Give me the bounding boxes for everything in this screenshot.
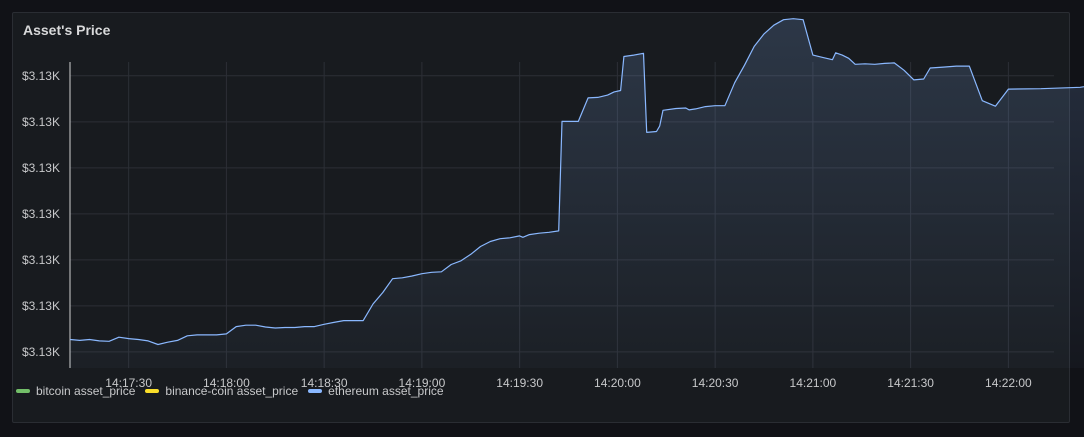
x-tick-label: 14:20:00: [594, 376, 641, 390]
legend-swatch: [308, 389, 323, 393]
x-tick-label: 14:20:30: [692, 376, 739, 390]
y-tick-label: $3.13K: [22, 253, 60, 267]
legend-swatch: [16, 389, 30, 393]
x-tick-label: 14:21:30: [887, 376, 934, 390]
y-tick-label: $3.13K: [22, 207, 60, 221]
y-tick-label: $3.13K: [22, 161, 60, 175]
y-tick-label: $3.13K: [22, 345, 60, 359]
x-tick-label: 14:19:30: [496, 376, 543, 390]
legend-item[interactable]: bitcoin asset_price: [16, 384, 135, 398]
y-tick-label: $3.13K: [22, 115, 60, 129]
legend-item[interactable]: ethereum asset_price: [308, 384, 444, 398]
legend-label: ethereum asset_price: [328, 384, 444, 398]
legend-swatch: [145, 389, 160, 393]
ethereum-area-fill: [70, 18, 1084, 368]
y-tick-label: $3.13K: [22, 299, 60, 313]
x-tick-label: 14:22:00: [985, 376, 1032, 390]
legend-item[interactable]: binance-coin asset_price: [145, 384, 298, 398]
legend-label: binance-coin asset_price: [165, 384, 299, 398]
y-tick-label: $3.13K: [22, 69, 60, 83]
x-tick-label: 14:21:00: [790, 376, 837, 390]
legend: bitcoin asset_price binance-coin asset_pr…: [16, 384, 444, 398]
legend-label: bitcoin asset_price: [36, 384, 136, 398]
price-chart: $3.13K $3.13K $3.13K $3.13K $3.13K $3.13K $3.1…: [22, 18, 1084, 390]
